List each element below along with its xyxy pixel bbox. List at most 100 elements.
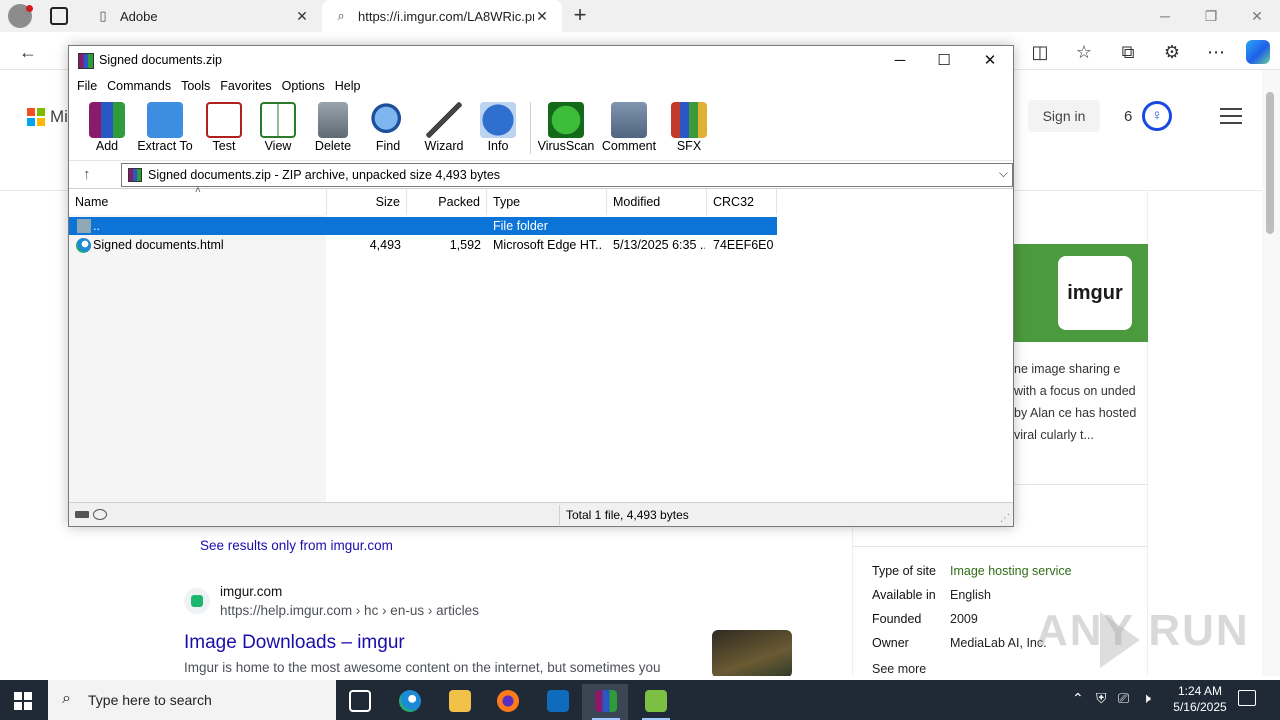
imgur-favicon-icon [184, 588, 210, 614]
taskbar-notepad[interactable] [632, 684, 678, 720]
task-view-button[interactable] [336, 684, 382, 720]
extract-folder-icon [147, 102, 183, 138]
winrar-statusbar: Total 1 file, 4,493 bytes ⋰ [69, 502, 1013, 526]
result-thumbnail[interactable] [712, 630, 792, 676]
menu-help[interactable]: Help [335, 76, 369, 96]
file-list[interactable]: Name ˄ Size Packed Type Modified CRC32 ..… [69, 185, 1013, 503]
taskbar-clock[interactable]: 1:24 AM 5/16/2025 [1160, 683, 1240, 715]
rewards-trophy-icon[interactable]: ♀ [1142, 101, 1172, 131]
menu-options[interactable]: Options [282, 76, 333, 96]
fact-link[interactable]: Image hosting service [950, 564, 1072, 578]
browser-close-button[interactable]: ✕ [1234, 0, 1280, 32]
sfx-button[interactable]: SFX [659, 98, 719, 156]
chevron-up-icon[interactable]: ⌃ [1072, 690, 1084, 707]
info-button[interactable]: Info [468, 98, 528, 156]
taskbar-outlook[interactable] [534, 684, 580, 720]
file-row-html[interactable]: Signed documents.html 4,493 1,592 Micros… [69, 236, 777, 254]
column-packed[interactable]: Packed [407, 189, 487, 215]
menu-commands[interactable]: Commands [107, 76, 179, 96]
edge-html-icon [76, 238, 91, 253]
knowledge-description: ne image sharing e with a focus on unded… [1014, 362, 1137, 442]
sfx-icon [671, 102, 707, 138]
file-modified: 5/13/2025 6:35 ... [613, 238, 705, 252]
winrar-titlebar[interactable]: Signed documents.zip ─ ☐ ✕ [69, 46, 1013, 76]
sign-in-button[interactable]: Sign in [1028, 100, 1100, 132]
file-type: File folder [493, 219, 548, 233]
hamburger-menu-icon[interactable] [1220, 108, 1242, 124]
fact-founded: Founded 2009 [872, 612, 978, 626]
tab-adobe[interactable]: ▯ Adobe ✕ [84, 0, 322, 32]
column-size[interactable]: Size [327, 189, 407, 215]
status-total: Total 1 file, 4,493 bytes [566, 508, 689, 522]
defender-icon[interactable]: ⛨ [1096, 690, 1107, 707]
taskbar-file-explorer[interactable] [436, 684, 482, 720]
info-icon [480, 102, 516, 138]
extensions-icon[interactable]: ⚙ [1158, 38, 1186, 66]
archive-path-text: Signed documents.zip - ZIP archive, unpa… [148, 168, 501, 182]
chevron-down-icon[interactable]: ⌵ [999, 166, 1008, 181]
result-title-link[interactable]: Image Downloads – imgur [184, 632, 405, 654]
windows-start-icon[interactable] [14, 692, 32, 710]
file-size: 4,493 [369, 238, 401, 252]
menu-file[interactable]: File [77, 76, 105, 96]
taskbar-edge[interactable] [386, 684, 432, 720]
winrar-icon [595, 690, 617, 712]
drive-icon[interactable] [75, 511, 89, 518]
file-name: Signed documents.html [93, 238, 224, 252]
collections-icon[interactable]: ⧉ [1114, 38, 1142, 66]
see-more-link[interactable]: See more [872, 662, 926, 676]
tab-imgur[interactable]: ⌕ https://i.imgur.com/LA8WRic.pn ✕ [322, 0, 562, 32]
windows-taskbar: ⌕ Type here to search ⌃ ⛨ ⎚ 🕨 1:24 AM 5/… [0, 680, 1280, 720]
fact-type-of-site: Type of site Image hosting service [872, 564, 1072, 578]
taskbar-winrar[interactable] [582, 684, 628, 720]
browser-minimize-button[interactable]: ─ [1142, 0, 1188, 32]
name-column-background [69, 215, 326, 503]
imgur-logo[interactable]: imgur [1058, 256, 1132, 330]
search-icon: ⌕ [337, 8, 345, 23]
back-arrow-icon[interactable]: ← [14, 38, 42, 66]
lock-key-icon[interactable] [93, 509, 107, 520]
winrar-maximize-button[interactable]: ☐ [921, 46, 967, 76]
winrar-toolbar: Add Extract To Test View Delete Find Wiz… [69, 98, 1013, 158]
file-name: .. [93, 219, 100, 233]
archive-path-dropdown[interactable]: Signed documents.zip - ZIP archive, unpa… [121, 163, 1013, 187]
up-one-level-icon[interactable]: ↑ [83, 166, 91, 183]
column-type[interactable]: Type [487, 189, 607, 215]
folder-icon [77, 219, 91, 233]
profile-avatar[interactable] [8, 4, 33, 28]
winrar-close-button[interactable]: ✕ [967, 46, 1013, 76]
tab-actions-icon[interactable] [50, 7, 68, 25]
column-name[interactable]: Name ˄ [69, 185, 327, 215]
file-row-parent-folder[interactable]: .. File folder [69, 217, 777, 235]
test-clipboard-icon [206, 102, 242, 138]
more-menu-icon[interactable]: ⋯ [1202, 38, 1230, 66]
notification-icon[interactable] [1238, 690, 1256, 706]
favorites-star-icon[interactable]: ☆ [1070, 38, 1098, 66]
page-scrollbar-thumb[interactable] [1266, 92, 1274, 234]
split-screen-icon[interactable]: ◫ [1026, 38, 1054, 66]
winrar-menubar: File Commands Tools Favorites Options He… [69, 76, 1013, 96]
resize-grip-icon[interactable]: ⋰ [1000, 513, 1010, 524]
virusscan-button[interactable]: VirusScan [536, 98, 596, 156]
column-crc32[interactable]: CRC32 [707, 189, 777, 215]
new-tab-button[interactable]: + [568, 3, 592, 27]
copilot-icon[interactable] [1246, 40, 1270, 64]
menu-tools[interactable]: Tools [181, 76, 218, 96]
see-results-link[interactable]: See results only from imgur.com [200, 538, 393, 553]
browser-restore-button[interactable]: ❐ [1188, 0, 1234, 32]
winrar-title: Signed documents.zip [99, 53, 222, 67]
result-url[interactable]: https://help.imgur.com › hc › en-us › ar… [220, 603, 479, 618]
tab-close-icon[interactable]: ✕ [294, 8, 310, 25]
wizard-wand-icon [426, 102, 462, 138]
brand-text: Mi [50, 107, 68, 126]
result-site[interactable]: imgur.com [220, 584, 282, 599]
menu-favorites[interactable]: Favorites [220, 76, 279, 96]
winrar-minimize-button[interactable]: ─ [877, 46, 923, 76]
tab-close-icon[interactable]: ✕ [534, 8, 550, 25]
browser-tab-strip: ▯ Adobe ✕ ⌕ https://i.imgur.com/LA8WRic.… [0, 0, 1280, 32]
taskbar-firefox[interactable] [484, 684, 530, 720]
taskbar-search-box[interactable]: ⌕ Type here to search [48, 680, 336, 720]
network-icon[interactable]: ⎚ [1118, 690, 1129, 707]
column-modified[interactable]: Modified [607, 189, 707, 215]
volume-icon[interactable]: 🕨 [1142, 690, 1151, 707]
